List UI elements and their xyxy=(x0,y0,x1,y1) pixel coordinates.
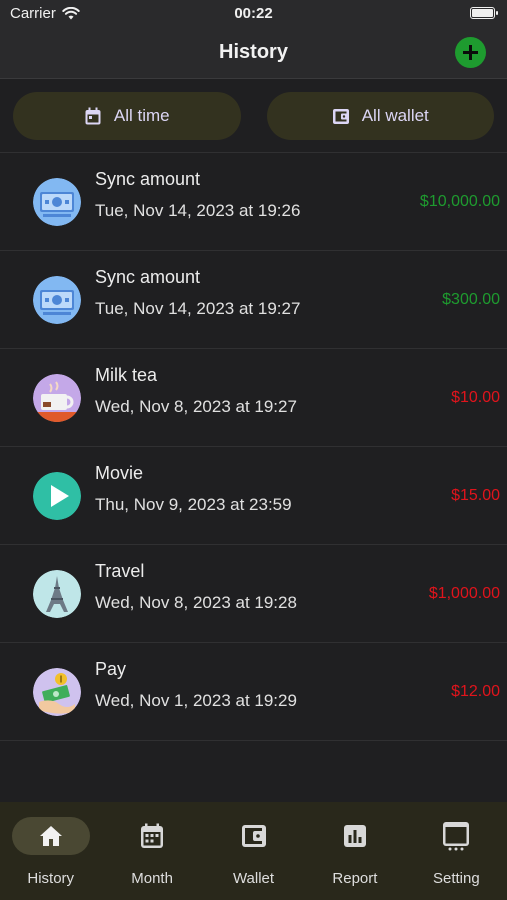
status-bar: Carrier 00:22 xyxy=(0,0,507,28)
transaction-date: Wed, Nov 1, 2023 at 19:29 xyxy=(95,691,297,710)
tab-label: Report xyxy=(332,870,378,887)
money-icon xyxy=(33,178,81,226)
add-transaction-button[interactable] xyxy=(455,37,486,68)
play-icon xyxy=(33,472,81,520)
transaction-date: Tue, Nov 14, 2023 at 19:26 xyxy=(95,201,301,220)
transaction-date: Thu, Nov 9, 2023 at 23:59 xyxy=(95,495,292,514)
plus-icon xyxy=(463,45,478,60)
transaction-name: Travel xyxy=(95,561,145,581)
nav-bar: History xyxy=(0,28,507,79)
transaction-amount: $300.00 xyxy=(442,291,500,308)
time-filter-button[interactable]: All time xyxy=(13,92,241,140)
money-icon xyxy=(33,276,81,324)
tab-label: History xyxy=(27,870,75,887)
transaction-name: Milk tea xyxy=(95,365,158,385)
transaction-amount: $10,000.00 xyxy=(419,193,500,210)
wallet-filter-label: All wallet xyxy=(361,106,429,125)
money-hand-icon xyxy=(33,668,81,716)
transaction-name: Sync amount xyxy=(95,169,201,189)
transaction-date: Wed, Nov 8, 2023 at 19:28 xyxy=(95,593,297,612)
tab-report[interactable]: Report xyxy=(304,802,405,900)
transaction-name: Pay xyxy=(95,659,127,679)
transaction-row[interactable]: Sync amount Tue, Nov 14, 2023 at 19:27 $… xyxy=(0,251,507,349)
settings-icon xyxy=(442,822,470,851)
transaction-list: Sync amount Tue, Nov 14, 2023 at 19:26 $… xyxy=(0,152,507,741)
tab-label: Month xyxy=(131,870,173,887)
tab-label: Setting xyxy=(432,870,480,887)
tab-month[interactable]: Month xyxy=(101,802,202,900)
tab-history[interactable]: History xyxy=(0,802,101,900)
page-title: History xyxy=(219,41,288,63)
battery-icon xyxy=(470,7,498,19)
wallet-icon xyxy=(240,822,268,850)
calendar-icon xyxy=(85,107,101,124)
transaction-amount: $12.00 xyxy=(451,683,500,700)
chart-icon xyxy=(341,822,369,850)
transaction-amount: $10.00 xyxy=(451,389,500,406)
status-time: 00:22 xyxy=(234,5,273,22)
transaction-name: Sync amount xyxy=(95,267,201,287)
wallet-icon xyxy=(332,108,349,124)
transaction-name: Movie xyxy=(95,463,144,483)
transaction-row[interactable]: Travel Wed, Nov 8, 2023 at 19:28 $1,000.… xyxy=(0,545,507,643)
transaction-row[interactable]: Milk tea Wed, Nov 8, 2023 at 19:27 $10.0… xyxy=(0,349,507,447)
transaction-row[interactable]: Movie Thu, Nov 9, 2023 at 23:59 $15.00 xyxy=(0,447,507,545)
eiffel-tower-icon xyxy=(33,570,81,618)
tab-wallet[interactable]: Wallet xyxy=(203,802,304,900)
tab-label: Wallet xyxy=(232,870,275,887)
transaction-amount: $15.00 xyxy=(451,487,500,504)
home-icon xyxy=(37,822,65,850)
tab-setting[interactable]: Setting xyxy=(406,802,507,900)
transaction-amount: $1,000.00 xyxy=(428,585,500,602)
coffee-cup-icon xyxy=(33,374,81,422)
filter-bar: All time All wallet xyxy=(13,92,494,140)
transaction-date: Wed, Nov 8, 2023 at 19:27 xyxy=(95,397,297,416)
wallet-filter-button[interactable]: All wallet xyxy=(266,92,494,140)
tab-bar: History Month Wallet Report Setting xyxy=(0,802,507,900)
transaction-date: Tue, Nov 14, 2023 at 19:27 xyxy=(95,299,301,318)
time-filter-label: All time xyxy=(113,106,170,125)
calendar-icon xyxy=(138,822,166,850)
transaction-row[interactable]: Pay Wed, Nov 1, 2023 at 19:29 $12.00 xyxy=(0,643,507,741)
transaction-row[interactable]: Sync amount Tue, Nov 14, 2023 at 19:26 $… xyxy=(0,153,507,251)
